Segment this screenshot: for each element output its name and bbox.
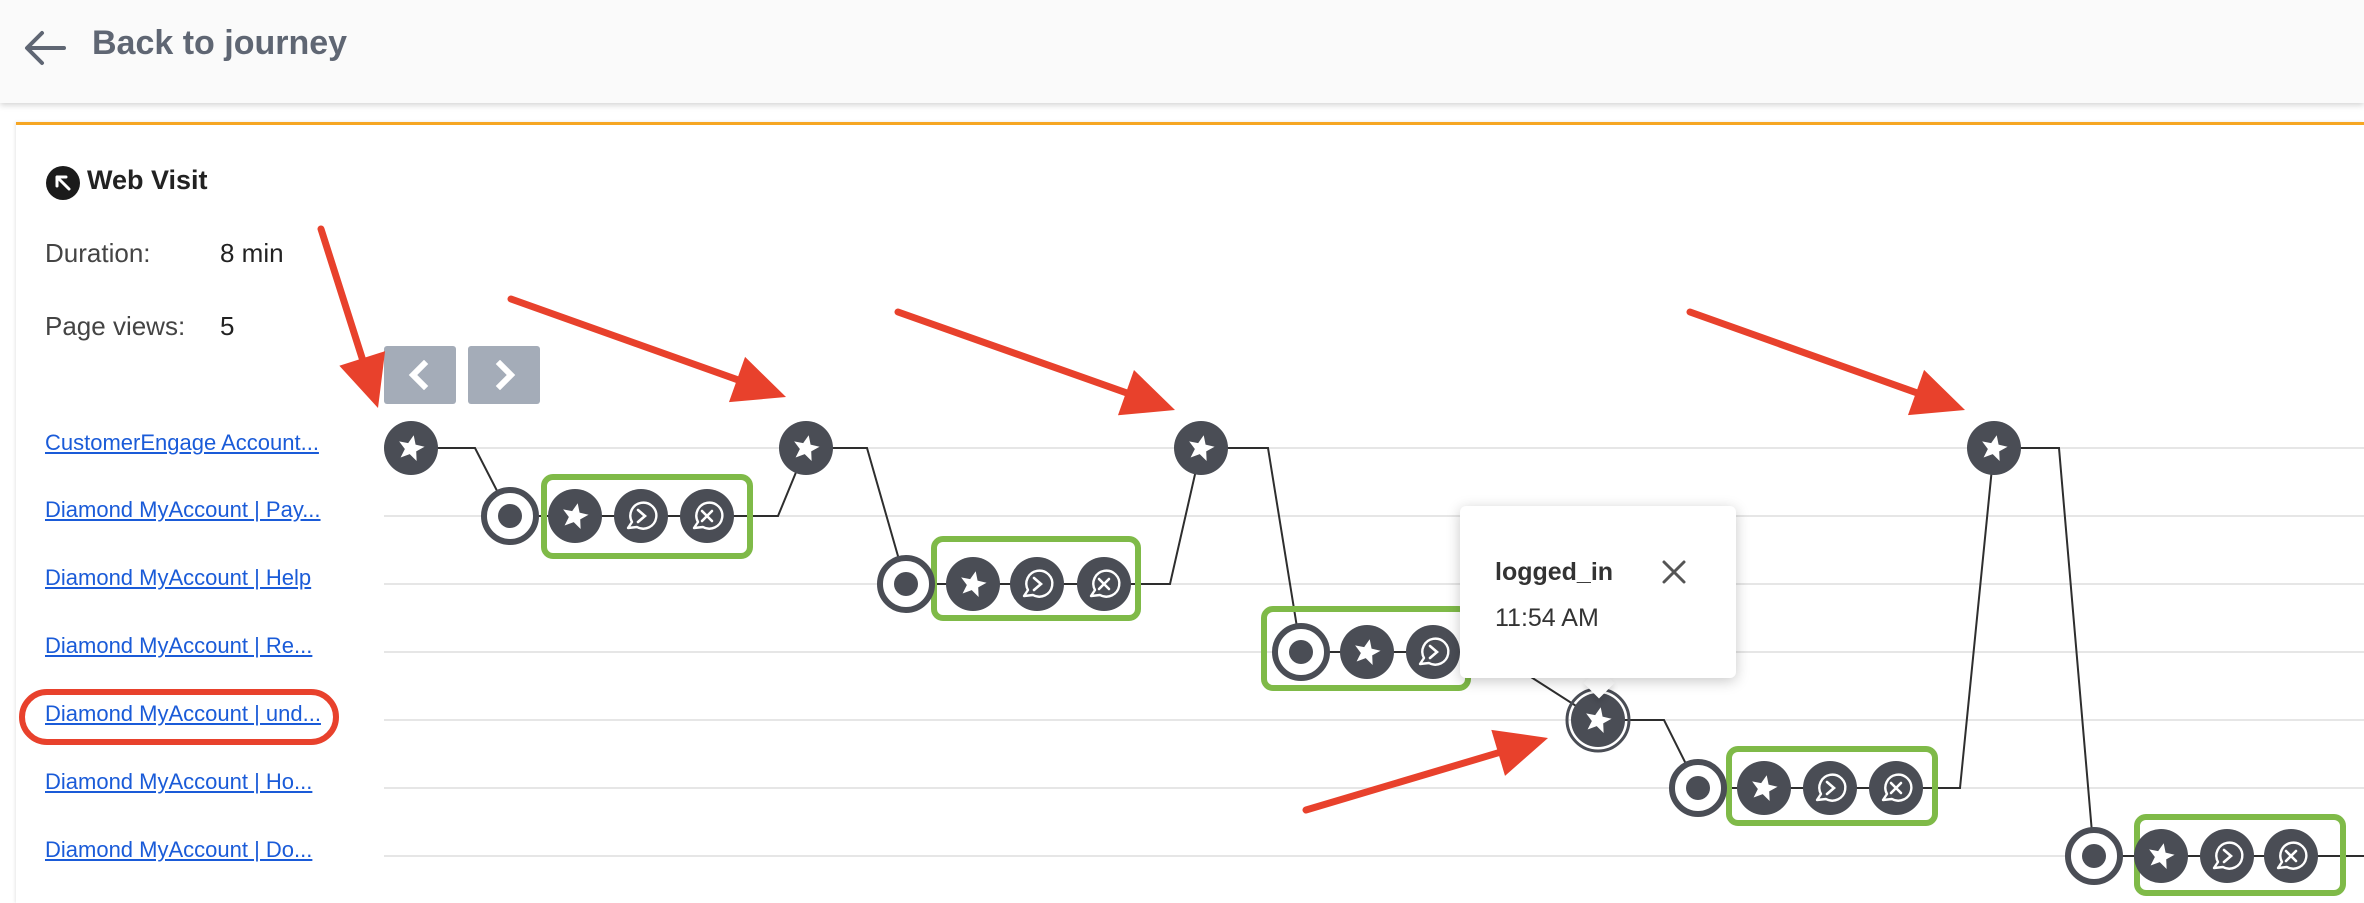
chat-node[interactable] [2200,829,2254,883]
red-arrow-annotation [317,225,386,408]
page-view-node[interactable] [481,487,539,545]
event-node[interactable] [2134,829,2188,883]
event-node[interactable] [946,557,1000,611]
tooltip-title: logged_in [1495,558,1614,586]
chat-close-node[interactable] [1077,557,1131,611]
page-view-node[interactable] [1669,759,1727,817]
event-node[interactable] [1967,421,2021,475]
journey-flow-graph [19,225,2364,896]
chat-close-node[interactable] [680,489,734,543]
event-node[interactable] [779,421,833,475]
red-arrow-annotation [1686,308,1965,416]
event-node[interactable] [384,421,438,475]
event-tooltip: logged_in 11:54 AM [1460,506,1736,678]
red-circle-annotation [19,689,339,745]
chat-node[interactable] [1406,625,1460,679]
chat-node[interactable] [1010,557,1064,611]
event-node[interactable] [1340,625,1394,679]
event-node[interactable] [1737,761,1791,815]
page-view-node[interactable] [877,555,935,613]
red-arrow-annotation [1302,729,1548,814]
page-view-node[interactable] [1272,623,1330,681]
red-arrow-annotation [507,295,786,403]
red-arrow-annotation [894,308,1175,416]
event-node[interactable] [1174,421,1228,475]
tooltip-time: 11:54 AM [1495,604,1599,632]
chat-close-node[interactable] [2264,829,2318,883]
close-icon[interactable] [1658,556,1690,588]
page-view-node[interactable] [2065,827,2123,885]
event-node[interactable] [548,489,602,543]
chat-close-node[interactable] [1869,761,1923,815]
chat-node[interactable] [1803,761,1857,815]
chat-node[interactable] [614,489,668,543]
